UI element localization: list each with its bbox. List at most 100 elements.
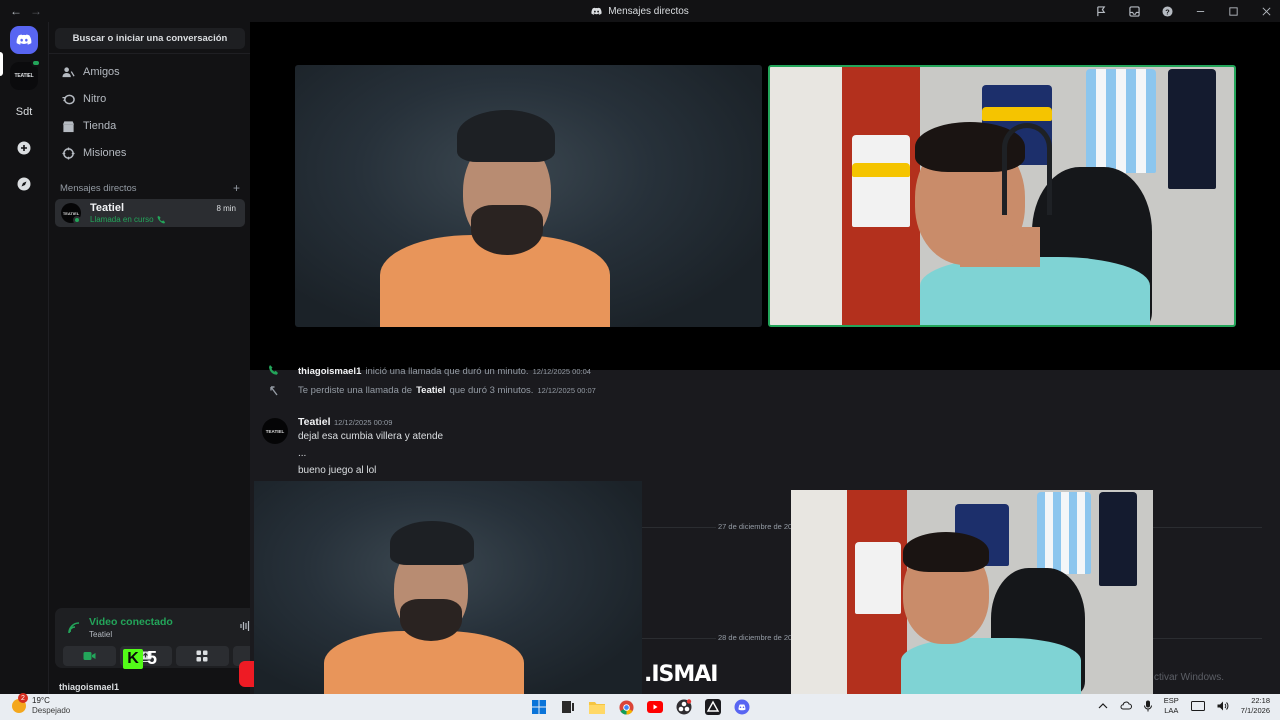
voice-status-title: Video conectado bbox=[89, 616, 173, 628]
microphone-icon[interactable] bbox=[1143, 700, 1152, 712]
nav-quests[interactable]: Misiones bbox=[55, 141, 245, 165]
missed-call-prefix: Te perdiste una llamada de bbox=[298, 385, 413, 396]
obs-icon bbox=[676, 699, 692, 715]
network-cloud-icon[interactable] bbox=[1120, 701, 1132, 711]
history-nav: ← → bbox=[0, 4, 42, 18]
discord-taskbar-button[interactable] bbox=[732, 697, 752, 717]
overlay-jersey-argentina bbox=[1037, 492, 1091, 574]
missed-call-user[interactable]: Teatiel bbox=[416, 385, 445, 396]
nav-quests-label: Misiones bbox=[83, 147, 127, 159]
maximize-icon[interactable] bbox=[1228, 6, 1239, 17]
jersey-white bbox=[852, 135, 910, 227]
inbox-flag-icon[interactable] bbox=[1096, 5, 1107, 17]
system-message-user[interactable]: thiagoismael1 bbox=[298, 366, 361, 377]
timestamp: 12/12/2025 00:07 bbox=[537, 386, 596, 395]
dm-list-item-teatiel[interactable]: TEATIEL Teatiel Llamada en curso 8 min bbox=[55, 199, 245, 227]
divider bbox=[49, 53, 251, 54]
discord-logo-icon bbox=[734, 699, 750, 715]
video-person-beard bbox=[471, 205, 543, 255]
add-server-button[interactable] bbox=[10, 134, 38, 162]
window-controls: ? bbox=[1096, 0, 1272, 22]
overlay-bg-door bbox=[791, 490, 847, 694]
video-call-area bbox=[250, 22, 1280, 370]
activities-button[interactable] bbox=[176, 646, 229, 666]
create-dm-button[interactable]: + bbox=[233, 182, 240, 194]
minimize-icon[interactable] bbox=[1195, 6, 1206, 17]
discord-logo-icon bbox=[591, 7, 602, 15]
dm-list-title: Mensajes directos bbox=[60, 183, 137, 194]
phone-call-icon bbox=[157, 215, 165, 224]
camera-button[interactable] bbox=[63, 646, 116, 666]
kick-subscriber-overlay: K 5 bbox=[123, 648, 157, 669]
close-icon[interactable] bbox=[1261, 6, 1272, 17]
dm-call-duration: 8 min bbox=[216, 204, 236, 213]
windows-activation-watermark: ctivar Windows. bbox=[1153, 672, 1224, 683]
video-bg-door bbox=[770, 67, 842, 325]
nav-shop[interactable]: Tienda bbox=[55, 114, 245, 138]
nav-friends[interactable]: Amigos bbox=[55, 60, 245, 84]
nav-nitro[interactable]: Nitro bbox=[55, 87, 245, 111]
clock-date: 7/1/2026 bbox=[1240, 706, 1270, 715]
windows-taskbar: 2 19°C Despejado ESP LAA 22:18 7/1/2026 bbox=[0, 693, 1280, 720]
voice-channel-name[interactable]: Teatiel bbox=[89, 630, 112, 639]
missed-call-suffix: que duró 3 minutos. bbox=[449, 385, 534, 396]
video-tile-teatiel[interactable] bbox=[295, 65, 762, 327]
weather-widget[interactable]: 2 19°C Despejado bbox=[12, 693, 71, 716]
input-language[interactable]: ESP LAA bbox=[1164, 696, 1179, 716]
obs-button[interactable] bbox=[674, 697, 694, 717]
nav-shop-label: Tienda bbox=[83, 120, 117, 132]
weather-sun-icon: 2 bbox=[12, 693, 28, 713]
activities-icon bbox=[196, 650, 208, 662]
server-sdt-label: Sdt bbox=[15, 106, 33, 118]
task-view-button[interactable] bbox=[558, 697, 578, 717]
voice-active-badge bbox=[31, 59, 41, 67]
file-explorer-button[interactable] bbox=[587, 697, 607, 717]
title-bar: ← → Mensajes directos ? bbox=[0, 0, 1280, 22]
compass-icon bbox=[17, 177, 31, 191]
message-text: dejal esa cumbia villera y atende bbox=[298, 431, 444, 442]
streamer-name-overlay: .ISMAI bbox=[644, 662, 718, 687]
server-sdt[interactable]: Sdt bbox=[10, 98, 38, 126]
teatiel-logo: TEATIEL bbox=[14, 73, 34, 79]
search-conversation-button[interactable]: Buscar o iniciar una conversación bbox=[55, 28, 245, 49]
home-button[interactable] bbox=[10, 26, 38, 54]
chevron-up-icon[interactable] bbox=[1098, 702, 1108, 710]
message-author[interactable]: Teatiel bbox=[298, 416, 330, 428]
system-message-text: inició una llamada que duró un minuto. bbox=[365, 366, 529, 377]
video-tile-speaking[interactable] bbox=[768, 65, 1236, 327]
overlay-person-cap bbox=[390, 521, 474, 565]
quests-icon bbox=[62, 146, 75, 160]
online-status-dot bbox=[73, 216, 81, 224]
windows-logo-icon bbox=[532, 700, 546, 714]
weather-temp: 19°C bbox=[32, 696, 50, 705]
chrome-button[interactable] bbox=[616, 697, 636, 717]
chrome-icon bbox=[618, 699, 634, 715]
back-arrow-icon[interactable]: ← bbox=[10, 4, 22, 18]
user-panel-name[interactable]: thiagoismael1 bbox=[59, 682, 119, 692]
message-avatar[interactable]: TEATIEL bbox=[262, 418, 288, 444]
date-divider-label: 28 de diciembre de 20 bbox=[716, 633, 795, 642]
volume-icon[interactable] bbox=[1217, 701, 1229, 711]
inbox-icon[interactable] bbox=[1129, 5, 1140, 17]
start-button[interactable] bbox=[529, 697, 549, 717]
discover-button[interactable] bbox=[10, 170, 38, 198]
dm-sidebar: Buscar o iniciar una conversación Amigos… bbox=[48, 22, 291, 694]
taskbar-clock[interactable]: 22:18 7/1/2026 bbox=[1241, 696, 1270, 716]
nitro-icon bbox=[62, 94, 75, 104]
monitor-icon[interactable] bbox=[1190, 701, 1205, 711]
headphones bbox=[1002, 123, 1052, 215]
app-button[interactable] bbox=[703, 697, 723, 717]
jersey-argentina bbox=[1086, 69, 1156, 173]
signal-strength-icon[interactable] bbox=[67, 621, 81, 635]
message-timestamp: 12/12/2025 00:09 bbox=[334, 418, 393, 427]
weather-badge: 2 bbox=[18, 693, 28, 703]
youtube-button[interactable] bbox=[645, 697, 665, 717]
weather-condition: Despejado bbox=[32, 706, 71, 715]
dm-name: Teatiel bbox=[90, 202, 125, 214]
forward-arrow-icon[interactable]: → bbox=[30, 4, 42, 18]
dm-teatiel-rail-item[interactable]: TEATIEL bbox=[10, 59, 41, 90]
svg-text:?: ? bbox=[1165, 7, 1170, 16]
help-icon[interactable]: ? bbox=[1162, 5, 1173, 17]
window-title-text: Mensajes directos bbox=[608, 5, 689, 17]
camera-icon bbox=[83, 652, 96, 660]
